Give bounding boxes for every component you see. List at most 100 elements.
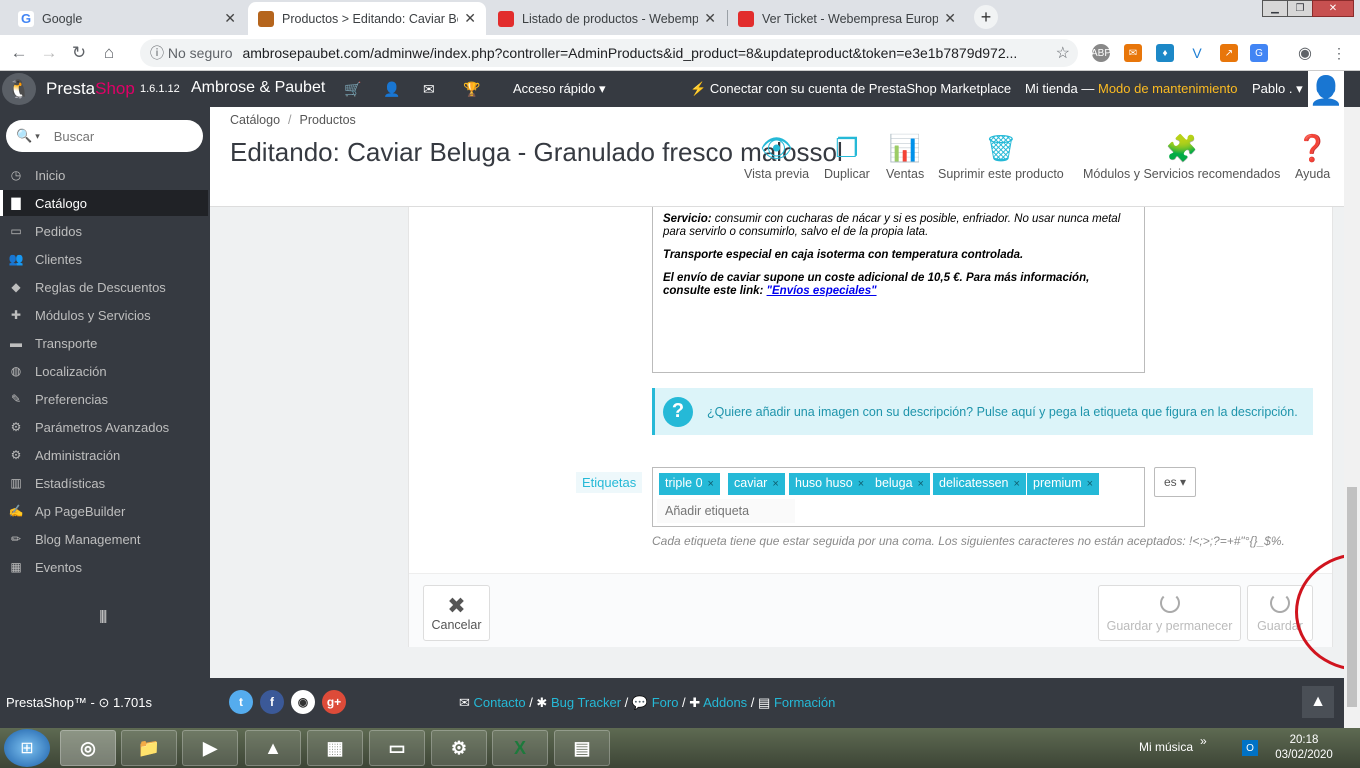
tag-remove-icon[interactable]: × [918,478,924,490]
sidebar-item-administración[interactable]: ⚙ Administración [0,442,208,468]
security-indicator[interactable]: ⓘ No seguro [150,43,232,63]
user-icon[interactable]: 👤 [383,81,400,98]
sidebar-item-parámetros-avanzados[interactable]: ⚙ Parámetros Avanzados [0,414,208,440]
scroll-to-top-button[interactable]: ▲ [1302,686,1334,718]
search-icon[interactable]: 🔍 [16,128,32,144]
footer-link-bug-tracker[interactable]: Bug Tracker [551,695,621,710]
recommended-modules-button[interactable]: 🧩 Módulos y Servicios recomendados [1083,129,1280,181]
extension-icon[interactable]: ↗ [1220,44,1238,62]
minimize-icon[interactable]: ▁ [1262,0,1288,17]
bookmark-star-icon[interactable]: ☆ [1056,43,1070,63]
excel-taskbar-icon[interactable]: X [492,730,548,766]
restore-icon[interactable]: ❐ [1287,0,1313,17]
shipping-link[interactable]: "Envíos especiales" [767,285,877,297]
sales-button[interactable]: 📊 Ventas [886,129,924,181]
tab-ticket[interactable]: Ver Ticket - Webempresa Europa ✕ [728,2,966,35]
alert-link[interactable]: Pulse aquí y pega la etiqueta que figura… [977,405,1298,419]
quick-access-dropdown[interactable]: Acceso rápido ▾ [513,81,606,97]
tab-google[interactable]: G Google ✕ [8,2,246,35]
tags-input[interactable]: triple 0 × caviar × huso huso × beluga × delicat… [652,467,1145,527]
preview-button[interactable]: 👁 Vista previa [744,129,809,181]
sidebar-item-estadísticas[interactable]: ▥ Estadísticas [0,470,208,496]
add-tag-input[interactable] [657,499,795,523]
taskbar-clock[interactable]: 20:18 03/02/2020 [1272,733,1336,763]
envelope-icon[interactable]: ✉ [423,81,435,98]
reload-icon[interactable]: ↻ [68,42,90,64]
description-editor[interactable]: Servicio: consumir con cucharas de nácar… [652,207,1145,373]
tag-remove-icon[interactable]: × [1014,478,1020,490]
sidebar-item-clientes[interactable]: 👥 Clientes [0,246,208,272]
tab-productos[interactable]: Productos > Editando: Caviar Bel ✕ [248,2,486,35]
sidebar-item-blog-management[interactable]: ✏ Blog Management [0,526,208,552]
footer-link-foro[interactable]: Foro [652,695,679,710]
forward-arrow-icon[interactable]: → [38,42,60,64]
adblock-extension-icon[interactable]: ABP [1091,44,1111,62]
shopping-cart-icon[interactable]: 🛒 [344,81,361,98]
facebook-icon[interactable]: f [260,690,284,714]
address-bar[interactable]: ⓘ No seguro ambrosepaubet.com/adminwe/in… [140,39,1078,67]
search-input[interactable] [53,128,184,144]
home-icon[interactable]: ⌂ [98,42,120,64]
tag-remove-icon[interactable]: × [1087,478,1093,490]
google-plus-icon[interactable]: g+ [322,690,346,714]
winrar-taskbar-icon[interactable]: ▦ [307,730,363,766]
marketplace-link[interactable]: ⚡ Conectar con su cuenta de PrestaShop M… [690,81,1011,97]
media-player-taskbar-icon[interactable]: ▶ [182,730,238,766]
tab-close-icon[interactable]: ✕ [464,10,476,27]
sidebar-item-localización[interactable]: ◍ Localización [0,358,208,384]
language-select[interactable]: es ▾ [1154,467,1196,497]
tray-expand-icon[interactable]: » [1200,734,1207,748]
my-store-link[interactable]: Mi tienda — Modo de mantenimiento [1025,81,1237,96]
sidebar-collapse-icon[interactable]: |||| [99,607,107,623]
save-and-stay-button[interactable]: Guardar y permanecer [1098,585,1241,641]
tray-media-label[interactable]: Mi música [1139,740,1193,754]
sidebar-item-pedidos[interactable]: ▭ Pedidos [0,218,208,244]
scrollbar-thumb[interactable] [1347,487,1357,707]
employee-dropdown[interactable]: Pablo . ▾ [1252,81,1303,97]
tag-remove-icon[interactable]: × [708,478,714,490]
shop-name[interactable]: Ambrose & Paubet [191,79,325,97]
extension-icon[interactable]: V [1188,44,1206,62]
page-scrollbar[interactable] [1344,107,1360,728]
window-close-icon[interactable]: ✕ [1312,0,1354,17]
menu-kebab-icon[interactable]: ⋮ [1330,44,1348,62]
sidebar-item-módulos-y-servicios[interactable]: ✚ Módulos y Servicios [0,302,208,328]
translate-extension-icon[interactable]: G [1250,44,1268,62]
tab-listado[interactable]: Listado de productos - Webemp ✕ [488,2,726,35]
avatar[interactable]: 👤 [1308,71,1344,107]
caret-down-icon[interactable]: ▾ [35,131,40,142]
tab-close-icon[interactable]: ✕ [224,10,236,27]
sidebar-item-eventos[interactable]: ▦ Eventos [0,554,208,580]
tab-close-icon[interactable]: ✕ [944,10,956,27]
profile-icon[interactable]: ◉ [1296,44,1314,62]
prestashop-logo-icon[interactable]: 🐧 [2,73,36,105]
sidebar-search[interactable]: 🔍 ▾ [6,120,203,152]
github-icon[interactable]: ◉ [291,690,315,714]
extension-icon[interactable]: ✉ [1124,44,1142,62]
duplicate-button[interactable]: ❐ Duplicar [824,129,870,181]
sidebar-item-catálogo[interactable]: ▇ Catálogo [0,190,208,216]
trophy-icon[interactable]: 🏆 [463,81,480,98]
sidebar-item-ap-pagebuilder[interactable]: ✍ Ap PageBuilder [0,498,208,524]
sidebar-item-reglas-de-descuentos[interactable]: ◆ Reglas de Descuentos [0,274,208,300]
sidebar-item-preferencias[interactable]: ✎ Preferencias [0,386,208,412]
explorer-taskbar-icon[interactable]: 📁 [121,730,177,766]
breadcrumb-item[interactable]: Productos [300,113,356,127]
chrome-taskbar-icon[interactable]: ◎ [60,730,116,766]
outlook-tray-icon[interactable]: O [1242,740,1258,756]
sidebar-item-transporte[interactable]: ▬ Transporte [0,330,208,356]
calculator-taskbar-icon[interactable]: ▤ [554,730,610,766]
footer-link-contacto[interactable]: Contacto [474,695,526,710]
url-text[interactable]: ambrosepaubet.com/adminwe/index.php?cont… [242,45,1017,61]
delete-product-button[interactable]: 🗑 Suprimir este producto [938,129,1064,181]
cancel-button[interactable]: ✖ Cancelar [423,585,490,641]
footer-link-addons[interactable]: Addons [703,695,747,710]
extension-icon[interactable]: ♦ [1156,44,1174,62]
new-tab-button[interactable]: + [974,5,998,29]
breadcrumb-item[interactable]: Catálogo [230,113,280,127]
vlc-taskbar-icon[interactable]: ▲ [245,730,301,766]
settings-taskbar-icon[interactable]: ⚙ [431,730,487,766]
footer-link-formacion[interactable]: Formación [774,695,835,710]
tag-remove-icon[interactable]: × [772,478,778,490]
back-arrow-icon[interactable]: ← [8,42,30,64]
